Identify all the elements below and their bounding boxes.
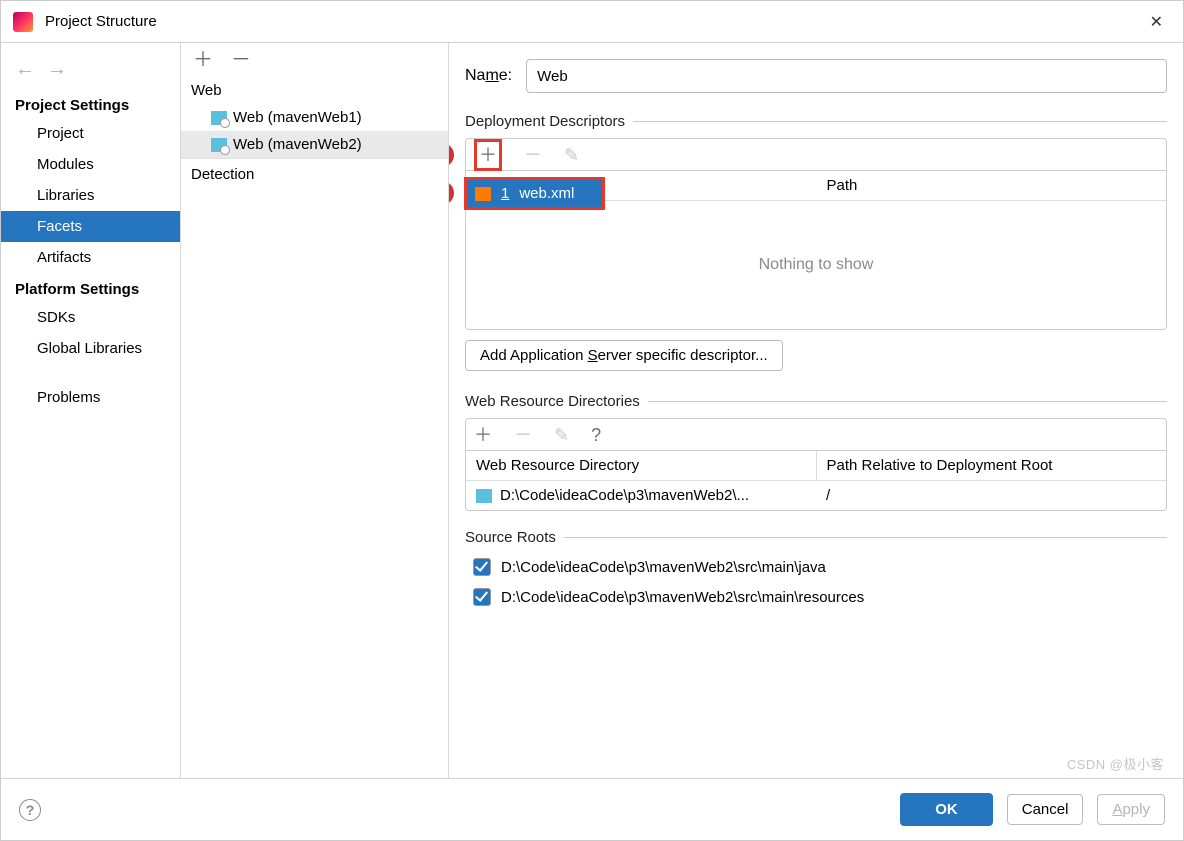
- window-title: Project Structure: [45, 13, 1142, 30]
- name-input[interactable]: [526, 59, 1167, 93]
- checkbox-checked-icon[interactable]: [473, 558, 491, 576]
- source-root-path: D:\Code\ideaCode\p3\mavenWeb2\src\main\r…: [501, 589, 864, 606]
- menu-item-number: 1: [501, 185, 509, 202]
- folder-icon: [476, 489, 492, 503]
- cancel-button[interactable]: Cancel: [1007, 794, 1084, 825]
- source-root-item[interactable]: D:\Code\ideaCode\p3\mavenWeb2\src\main\j…: [465, 552, 1167, 582]
- wrd-path-cell: /: [816, 481, 1166, 510]
- dd-add-menu-item[interactable]: 1 web.xml: [464, 177, 605, 210]
- dd-add-icon[interactable]: ＋: [479, 146, 497, 164]
- web-facet-icon: [211, 111, 227, 125]
- wrd-dir-cell: D:\Code\ideaCode\p3\mavenWeb2\...: [500, 487, 749, 504]
- wrd-edit-icon[interactable]: ✎: [554, 426, 569, 444]
- nav-item-problems[interactable]: Problems: [1, 382, 180, 413]
- help-icon[interactable]: ?: [19, 799, 41, 821]
- dd-th-path: Path: [817, 171, 1167, 200]
- facet-tree-root[interactable]: Web: [181, 77, 448, 104]
- wrd-help-icon[interactable]: ?: [591, 426, 601, 444]
- app-logo-icon: [13, 12, 33, 32]
- wrd-row[interactable]: D:\Code\ideaCode\p3\mavenWeb2\... /: [466, 481, 1166, 510]
- nav-item-project[interactable]: Project: [1, 118, 180, 149]
- annotation-1: 1: [449, 143, 454, 167]
- name-label: Name:: [465, 67, 512, 85]
- facet-label: Web (mavenWeb1): [233, 109, 362, 126]
- nav-item-libraries[interactable]: Libraries: [1, 180, 180, 211]
- nav-item-sdks[interactable]: SDKs: [1, 302, 180, 333]
- nav-forward-icon[interactable]: →: [47, 59, 67, 79]
- dd-legend: Deployment Descriptors: [465, 113, 633, 130]
- apply-button[interactable]: Apply: [1097, 794, 1165, 825]
- nav-item-artifacts[interactable]: Artifacts: [1, 242, 180, 273]
- nav-group-platform-settings: Platform Settings: [1, 273, 180, 302]
- nav-group-project-settings: Project Settings: [1, 89, 180, 118]
- detection-section[interactable]: Detection: [181, 158, 448, 190]
- checkbox-checked-icon[interactable]: [473, 588, 491, 606]
- dd-edit-icon[interactable]: ✎: [564, 146, 579, 164]
- close-icon[interactable]: ✕: [1142, 8, 1171, 36]
- webxml-icon: [475, 187, 491, 201]
- annotation-2: 2: [449, 181, 454, 205]
- wrd-remove-icon[interactable]: －: [514, 426, 532, 444]
- facet-label: Web (mavenWeb2): [233, 136, 362, 153]
- facet-tree-item[interactable]: Web (mavenWeb2): [181, 131, 448, 158]
- wrd-th-dir: Web Resource Directory: [466, 451, 817, 480]
- add-facet-icon[interactable]: ＋: [193, 50, 213, 70]
- nav-item-facets[interactable]: Facets: [1, 211, 180, 242]
- dd-empty-text: Nothing to show: [466, 201, 1166, 329]
- src-legend: Source Roots: [465, 529, 564, 546]
- dd-remove-icon[interactable]: －: [524, 146, 542, 164]
- wrd-legend: Web Resource Directories: [465, 393, 648, 410]
- facet-tree-item[interactable]: Web (mavenWeb1): [181, 104, 448, 131]
- remove-facet-icon[interactable]: －: [231, 50, 251, 70]
- ok-button[interactable]: OK: [900, 793, 993, 826]
- nav-back-icon[interactable]: ←: [15, 59, 35, 79]
- nav-item-modules[interactable]: Modules: [1, 149, 180, 180]
- source-root-item[interactable]: D:\Code\ideaCode\p3\mavenWeb2\src\main\r…: [465, 582, 1167, 612]
- source-root-path: D:\Code\ideaCode\p3\mavenWeb2\src\main\j…: [501, 559, 826, 576]
- add-server-descriptor-button[interactable]: Add Application Server specific descript…: [465, 340, 783, 371]
- nav-item-global-libraries[interactable]: Global Libraries: [1, 333, 180, 364]
- web-facet-icon: [211, 138, 227, 152]
- wrd-th-path: Path Relative to Deployment Root: [817, 451, 1167, 480]
- menu-item-label: web.xml: [519, 185, 574, 202]
- wrd-add-icon[interactable]: ＋: [474, 426, 492, 444]
